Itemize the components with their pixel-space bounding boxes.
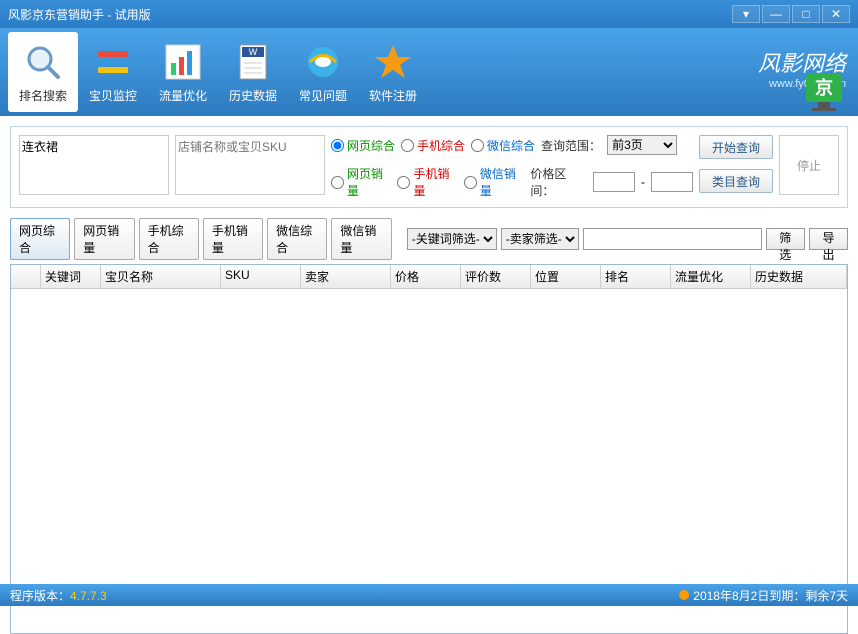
tab-mobile-comprehensive[interactable]: 手机综合 — [139, 218, 199, 260]
tab-web-comprehensive[interactable]: 网页综合 — [10, 218, 70, 260]
start-query-button[interactable]: 开始查询 — [699, 135, 773, 159]
tab-wechat-sales[interactable]: 微信销量 — [331, 218, 391, 260]
keyword-input[interactable]: 连衣裙 — [19, 135, 169, 195]
col-item-name[interactable]: 宝贝名称 — [101, 265, 221, 288]
shop-sku-input[interactable] — [175, 135, 325, 195]
tab-wechat-comprehensive[interactable]: 微信综合 — [267, 218, 327, 260]
tool-item-monitor[interactable]: 宝贝监控 — [78, 32, 148, 112]
radio-wechat-comprehensive[interactable]: 微信综合 — [471, 137, 535, 154]
ie-icon — [302, 41, 344, 83]
radio-row-2: 网页销量 手机销量 微信销量 价格区间： - — [331, 165, 693, 199]
titlebar: 风影京东营销助手 - 试用版 ▾ — □ ✕ — [0, 0, 858, 28]
close-button[interactable]: ✕ — [822, 5, 850, 23]
radio-web-sales[interactable]: 网页销量 — [331, 165, 391, 199]
main-toolbar: 排名搜索 宝贝监控 流量优化 W 历史数据 常见问题 软件注册 风影网络 www… — [0, 28, 858, 116]
col-reviews[interactable]: 评价数 — [461, 265, 531, 288]
radio-web-comprehensive[interactable]: 网页综合 — [331, 137, 395, 154]
dropdown-button[interactable]: ▾ — [732, 5, 760, 23]
tab-web-sales[interactable]: 网页销量 — [74, 218, 134, 260]
export-button[interactable]: 导出 — [809, 228, 848, 250]
filter-button[interactable]: 筛选 — [766, 228, 805, 250]
radio-mobile-comprehensive[interactable]: 手机综合 — [401, 137, 465, 154]
col-history[interactable]: 历史数据 — [751, 265, 847, 288]
search-options: 网页综合 手机综合 微信综合 查询范围： 前3页 网页销量 手机销量 微信销量 … — [331, 135, 693, 199]
col-sku[interactable]: SKU — [221, 265, 301, 288]
status-version: 程序版本：4.7.7.3 — [10, 587, 679, 604]
stop-button[interactable]: 停止 — [779, 135, 839, 195]
warning-icon — [679, 590, 689, 600]
grid-header: 关键词 宝贝名称 SKU 卖家 价格 评价数 位置 排名 流量优化 历史数据 — [11, 265, 847, 289]
price-max-input[interactable] — [651, 172, 693, 192]
minimize-button[interactable]: — — [762, 5, 790, 23]
window-controls: ▾ — □ ✕ — [732, 5, 850, 23]
tool-history-data[interactable]: W 历史数据 — [218, 32, 288, 112]
price-min-input[interactable] — [593, 172, 635, 192]
search-panel: 连衣裙 网页综合 手机综合 微信综合 查询范围： 前3页 网页销量 手机销量 微… — [10, 126, 848, 208]
result-tabs-row: 网页综合 网页销量 手机综合 手机销量 微信综合 微信销量 -关键词筛选- -卖… — [10, 218, 848, 260]
radio-mobile-sales[interactable]: 手机销量 — [397, 165, 457, 199]
category-query-button[interactable]: 类目查询 — [699, 169, 773, 193]
range-select[interactable]: 前3页 — [607, 135, 677, 155]
statusbar: 程序版本：4.7.7.3 2018年8月2日到期：剩余7天 — [0, 584, 858, 606]
result-grid[interactable]: 关键词 宝贝名称 SKU 卖家 价格 评价数 位置 排名 流量优化 历史数据 — [10, 264, 848, 634]
tool-rank-search[interactable]: 排名搜索 — [8, 32, 78, 112]
status-expiry: 2018年8月2日到期：剩余7天 — [679, 587, 848, 604]
star-icon — [372, 41, 414, 83]
window-title: 风影京东营销助手 - 试用版 — [8, 6, 732, 23]
chart-icon — [162, 41, 204, 83]
books-icon — [92, 41, 134, 83]
col-checkbox[interactable] — [11, 265, 41, 288]
tool-traffic-opt[interactable]: 流量优化 — [148, 32, 218, 112]
col-keyword[interactable]: 关键词 — [41, 265, 101, 288]
document-icon: W — [232, 41, 274, 83]
col-price[interactable]: 价格 — [391, 265, 461, 288]
col-seller[interactable]: 卖家 — [301, 265, 391, 288]
range-label: 查询范围： — [541, 137, 601, 154]
filter-text-input[interactable] — [583, 228, 762, 250]
seller-filter-select[interactable]: -卖家筛选- — [501, 228, 579, 250]
magnifier-icon — [22, 41, 64, 83]
tool-register[interactable]: 软件注册 — [358, 32, 428, 112]
brand-logo-icon: 京 — [804, 72, 844, 112]
maximize-button[interactable]: □ — [792, 5, 820, 23]
dash-label: - — [641, 175, 645, 189]
svg-text:W: W — [249, 47, 258, 57]
search-buttons: 开始查询 类目查询 — [699, 135, 773, 193]
tool-faq[interactable]: 常见问题 — [288, 32, 358, 112]
radio-row-1: 网页综合 手机综合 微信综合 查询范围： 前3页 — [331, 135, 693, 155]
col-traffic-opt[interactable]: 流量优化 — [671, 265, 751, 288]
col-rank[interactable]: 排名 — [601, 265, 671, 288]
radio-wechat-sales[interactable]: 微信销量 — [464, 165, 524, 199]
svg-text:京: 京 — [815, 77, 833, 98]
col-position[interactable]: 位置 — [531, 265, 601, 288]
tab-mobile-sales[interactable]: 手机销量 — [203, 218, 263, 260]
keyword-filter-select[interactable]: -关键词筛选- — [407, 228, 497, 250]
price-label: 价格区间： — [530, 165, 587, 199]
